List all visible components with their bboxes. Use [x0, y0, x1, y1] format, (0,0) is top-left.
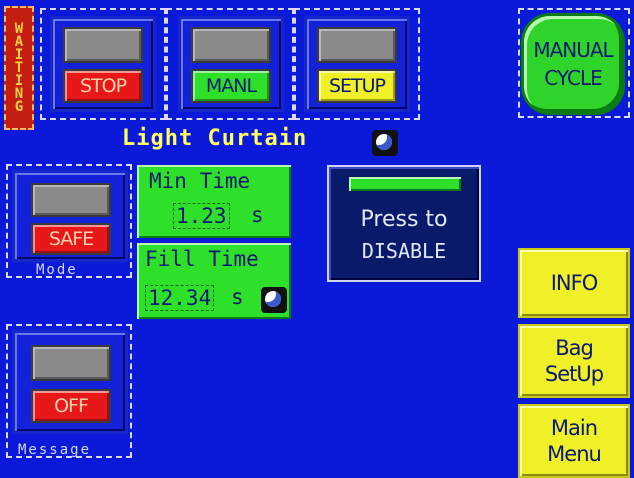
setup-button[interactable]: SETUP: [304, 16, 410, 112]
setup-button-label: SETUP: [317, 69, 397, 103]
manl-button-group: MANL: [166, 8, 294, 120]
disable-line1: Press to: [360, 207, 448, 232]
mode-button[interactable]: SAFE: [12, 170, 128, 262]
disable-status-bar: [349, 177, 461, 191]
light-curtain-status-icon: [372, 130, 398, 156]
stop-button[interactable]: STOP: [50, 16, 156, 112]
disable-light-curtain-button[interactable]: Press to DISABLE: [327, 165, 481, 282]
disable-line2: DISABLE: [361, 239, 447, 263]
manual-cycle-group: MANUAL CYCLE: [518, 8, 630, 118]
manl-button[interactable]: MANL: [178, 16, 284, 112]
waiting-status-indicator: WAITING: [4, 6, 34, 130]
fill-time-status-icon: [261, 287, 287, 313]
manual-cycle-line2: CYCLE: [544, 66, 602, 90]
fill-time-display: Fill Time 12.34 s: [137, 243, 291, 319]
mode-button-label: SAFE: [31, 223, 111, 255]
info-button[interactable]: INFO: [518, 248, 630, 318]
fill-time-unit: s: [231, 285, 244, 309]
stop-lamp: [63, 27, 143, 63]
message-button[interactable]: OFF: [12, 330, 128, 434]
manl-lamp: [191, 27, 271, 63]
main-menu-line2: Menu: [547, 442, 602, 466]
bag-setup-button[interactable]: Bag SetUp: [518, 324, 630, 398]
manual-cycle-button[interactable]: MANUAL CYCLE: [524, 16, 622, 112]
fill-time-label: Fill Time: [145, 247, 259, 271]
min-time-display: Min Time 1.23 s: [137, 165, 291, 238]
info-label: INFO: [550, 271, 599, 295]
mode-caption: Mode: [36, 262, 78, 278]
min-time-value[interactable]: 1.23: [173, 203, 230, 229]
waiting-letter: G: [14, 98, 24, 115]
message-caption: Message: [18, 442, 92, 458]
min-time-unit: s: [251, 203, 264, 227]
message-group: OFF Message: [6, 324, 132, 458]
mode-group: SAFE Mode: [6, 164, 132, 278]
message-button-label: OFF: [31, 389, 111, 423]
stop-button-label: STOP: [63, 69, 143, 103]
manual-cycle-line1: MANUAL: [533, 38, 613, 62]
message-lamp: [31, 345, 111, 381]
manl-button-label: MANL: [191, 69, 271, 103]
bag-setup-line2: SetUp: [544, 362, 604, 386]
fill-time-value[interactable]: 12.34: [145, 285, 215, 311]
min-time-label: Min Time: [149, 169, 251, 193]
main-menu-button[interactable]: Main Menu: [518, 404, 630, 478]
mode-lamp: [31, 183, 111, 217]
bag-setup-line1: Bag: [555, 336, 594, 360]
light-curtain-title: Light Curtain: [122, 126, 308, 151]
setup-button-group: SETUP: [294, 8, 420, 120]
stop-button-group: STOP: [40, 8, 166, 120]
setup-lamp: [317, 27, 397, 63]
waiting-label: WAITING: [14, 22, 24, 115]
main-menu-line1: Main: [550, 416, 598, 440]
